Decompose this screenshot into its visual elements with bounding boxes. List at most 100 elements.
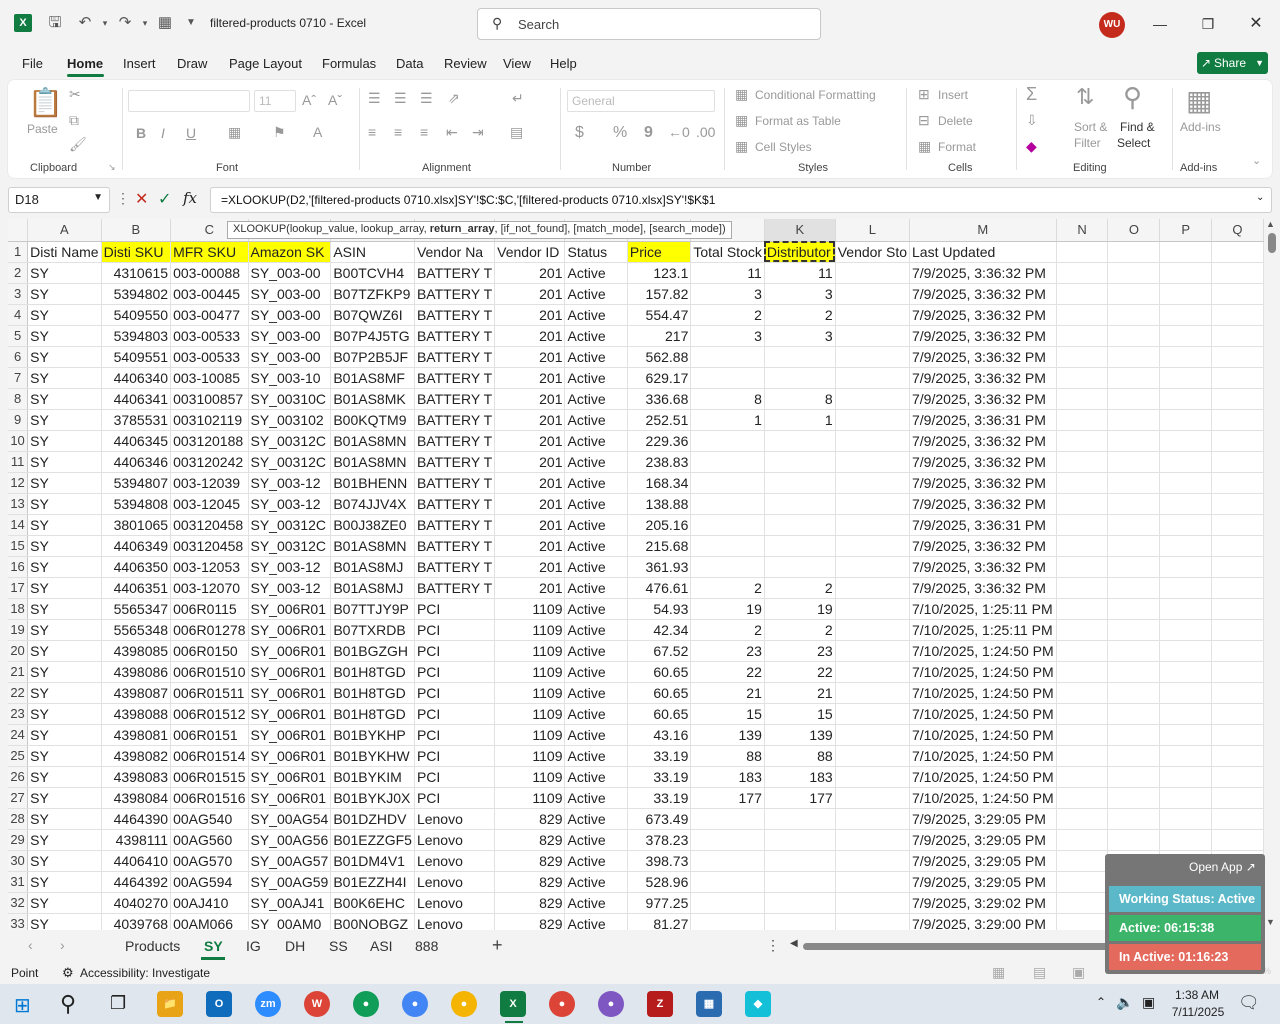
cell[interactable]: 00AG540	[170, 808, 249, 830]
outlook-icon[interactable]: O	[206, 991, 232, 1017]
cell[interactable]	[690, 556, 765, 578]
clock-time[interactable]: 1:38 AM	[1172, 988, 1222, 1002]
cell[interactable]: 829	[494, 871, 566, 893]
row-header[interactable]: 11	[8, 451, 29, 473]
cell[interactable]	[1056, 262, 1109, 284]
cell[interactable]: Active	[564, 598, 628, 620]
row-header[interactable]: 24	[8, 724, 29, 746]
row-header[interactable]: 3	[8, 283, 29, 305]
cell[interactable]: SY	[27, 346, 102, 368]
row-header[interactable]: 13	[8, 493, 29, 515]
cell[interactable]: Active	[564, 514, 628, 536]
cell[interactable]	[1211, 409, 1264, 431]
customize-toolbar-icon[interactable]: ▼	[182, 14, 200, 32]
cell[interactable]: 4406346	[101, 451, 172, 473]
add-sheet-icon[interactable]: +	[492, 935, 503, 956]
column-header[interactable]: L	[835, 219, 911, 242]
cell[interactable]: 003120458	[170, 535, 249, 557]
cell[interactable]: 8	[764, 388, 836, 410]
cell[interactable]: SY	[27, 619, 102, 641]
cell[interactable]: 60.65	[627, 682, 692, 704]
row-header[interactable]: 22	[8, 682, 29, 704]
cell[interactable]: 4398088	[101, 703, 172, 725]
number-format-select[interactable]: General	[567, 90, 715, 112]
cell[interactable]: SY_003102	[248, 409, 332, 431]
cell[interactable]	[1056, 703, 1109, 725]
cell[interactable]: 1109	[494, 682, 566, 704]
cell[interactable]: 4310615	[101, 262, 172, 284]
increase-indent-icon[interactable]: ⇥	[472, 124, 484, 141]
header-cell[interactable]	[1159, 241, 1212, 263]
cell[interactable]	[1056, 388, 1109, 410]
cell[interactable]: SY_00AG56	[248, 829, 332, 851]
cell[interactable]	[835, 409, 911, 431]
cell[interactable]: Active	[564, 808, 628, 830]
cell[interactable]: 7/10/2025, 1:24:50 PM	[909, 787, 1057, 809]
cell[interactable]: PCI	[414, 640, 496, 662]
cell[interactable]: SY_00312C	[248, 514, 332, 536]
cell[interactable]: B00TCVH4	[330, 262, 415, 284]
tab-data[interactable]: Data	[396, 56, 423, 71]
confirm-entry-icon[interactable]: ✓	[158, 189, 171, 209]
cell[interactable]	[690, 535, 765, 557]
cell[interactable]	[835, 514, 911, 536]
cell[interactable]	[764, 430, 836, 452]
sheet-tab-888[interactable]: 888	[415, 938, 438, 954]
cell[interactable]: SY_003-12	[248, 493, 332, 515]
cell[interactable]	[690, 850, 765, 872]
cell[interactable]: SY_006R01	[248, 619, 332, 641]
cell[interactable]: 4406410	[101, 850, 172, 872]
cell[interactable]	[1211, 388, 1264, 410]
header-cell[interactable]	[1056, 241, 1109, 263]
tab-help[interactable]: Help	[550, 56, 577, 71]
cell[interactable]	[1056, 619, 1109, 641]
volume-icon[interactable]: 🔈	[1116, 994, 1133, 1011]
cell[interactable]: 15	[690, 703, 765, 725]
file-explorer-icon[interactable]: 📁	[157, 991, 183, 1017]
cell[interactable]	[1159, 682, 1212, 704]
cell[interactable]: SY_00310C	[248, 388, 332, 410]
cell[interactable]: Active	[564, 556, 628, 578]
cell[interactable]: SY_00AG59	[248, 871, 332, 893]
cell[interactable]	[1211, 661, 1264, 683]
cell[interactable]: SY_006R01	[248, 787, 332, 809]
cell[interactable]: 21	[764, 682, 836, 704]
cell[interactable]: SY_006R01	[248, 766, 332, 788]
cell[interactable]: 7/9/2025, 3:29:05 PM	[909, 871, 1057, 893]
cell[interactable]: 977.25	[627, 892, 692, 914]
notifications-icon[interactable]: 🗨	[1238, 993, 1260, 1013]
cell[interactable]	[1107, 451, 1161, 473]
cell[interactable]: SY	[27, 535, 102, 557]
cell[interactable]	[1107, 703, 1161, 725]
cell[interactable]	[1056, 451, 1109, 473]
cell[interactable]: 157.82	[627, 283, 692, 305]
cell[interactable]: 33.19	[627, 766, 692, 788]
search-icon[interactable]: ⚲	[60, 991, 76, 1017]
cell[interactable]	[1056, 472, 1109, 494]
header-cell[interactable]: Price	[627, 241, 692, 263]
cell[interactable]: 2	[764, 619, 836, 641]
cell[interactable]	[1211, 346, 1264, 368]
cell[interactable]: 201	[494, 556, 566, 578]
cell[interactable]: 201	[494, 577, 566, 599]
cell[interactable]: SY_006R01	[248, 703, 332, 725]
cell[interactable]: 7/9/2025, 3:36:32 PM	[909, 346, 1057, 368]
cell[interactable]: 5394802	[101, 283, 172, 305]
cell[interactable]: 4406351	[101, 577, 172, 599]
cell[interactable]: Active	[564, 388, 628, 410]
cell[interactable]: 21	[690, 682, 765, 704]
cell[interactable]	[1159, 325, 1212, 347]
cell[interactable]: B01H8TGD	[330, 661, 415, 683]
cell[interactable]: SY_00312C	[248, 451, 332, 473]
cell[interactable]: 183	[690, 766, 765, 788]
orientation-icon[interactable]: ⇗	[448, 90, 460, 107]
redo-dropdown-icon[interactable]: ▾	[136, 14, 154, 32]
cell[interactable]: 006R01514	[170, 745, 249, 767]
dialog-launcher-icon[interactable]: ↘	[108, 162, 116, 173]
merge-center-icon[interactable]: ▤	[510, 124, 523, 141]
cell[interactable]	[1211, 766, 1264, 788]
cell[interactable]: 1	[690, 409, 765, 431]
cell[interactable]: SY	[27, 577, 102, 599]
cell[interactable]	[1107, 283, 1161, 305]
cell[interactable]	[835, 367, 911, 389]
